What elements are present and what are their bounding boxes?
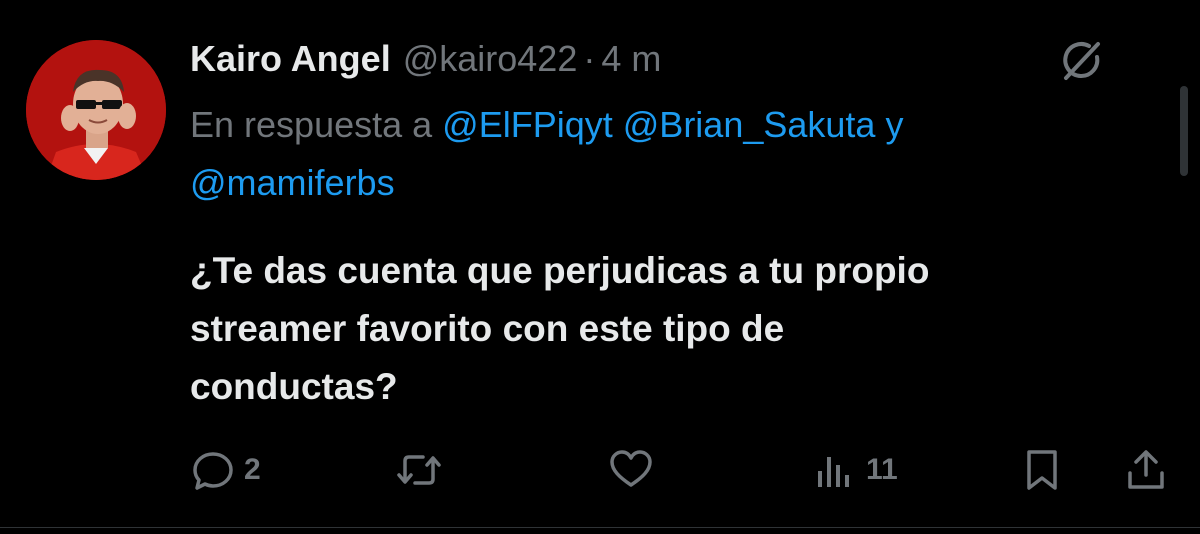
tweet-text: ¿Te das cuenta que perjudicas a tu propi… xyxy=(190,242,1090,416)
bookmark-icon xyxy=(1022,447,1062,493)
views-button[interactable]: 11 xyxy=(814,440,898,500)
heart-icon xyxy=(607,447,655,493)
tweet-header: Kairo Angel @kairo422 · 4 m xyxy=(190,34,661,84)
reply-prefix: En respuesta a xyxy=(190,104,433,145)
tweet-card[interactable]: Kairo Angel @kairo422 · 4 m En respuesta… xyxy=(0,0,1200,534)
reply-button[interactable]: 2 xyxy=(190,440,261,500)
tweet-timestamp[interactable]: 4 m xyxy=(601,38,661,80)
author-handle[interactable]: @kairo422 xyxy=(403,38,578,80)
share-button[interactable] xyxy=(1124,440,1168,500)
reply-context: En respuesta a @ElFPiqyt @Brian_Sakuta y… xyxy=(190,96,1170,212)
mention-link[interactable]: @Brian_Sakuta xyxy=(623,104,876,145)
reply-icon xyxy=(190,447,236,493)
tweet-text-line: conductas? xyxy=(190,366,398,407)
reply-conjunction: y xyxy=(885,104,904,145)
mention-link[interactable]: @ElFPiqyt xyxy=(442,104,613,145)
avatar-image xyxy=(26,40,166,180)
bookmark-button[interactable] xyxy=(1022,440,1062,500)
views-icon xyxy=(814,447,858,493)
repost-icon xyxy=(395,447,443,493)
repost-button[interactable] xyxy=(395,440,451,500)
user-avatar[interactable] xyxy=(26,40,166,180)
views-count: 11 xyxy=(866,453,898,486)
share-icon xyxy=(1124,447,1168,493)
scrollbar-indicator[interactable] xyxy=(1180,86,1188,176)
like-button[interactable] xyxy=(607,440,663,500)
header-separator: · xyxy=(583,38,596,79)
author-display-name[interactable]: Kairo Angel xyxy=(190,38,391,80)
tweet-divider xyxy=(0,527,1200,528)
tweet-actions: 2 11 xyxy=(0,440,1200,500)
reply-count: 2 xyxy=(244,453,261,486)
grok-icon[interactable] xyxy=(1058,38,1104,84)
tweet-text-line: streamer favorito con este tipo de xyxy=(190,308,785,349)
mention-link[interactable]: @mamiferbs xyxy=(190,162,395,203)
tweet-text-line: ¿Te das cuenta que perjudicas a tu propi… xyxy=(190,250,930,291)
